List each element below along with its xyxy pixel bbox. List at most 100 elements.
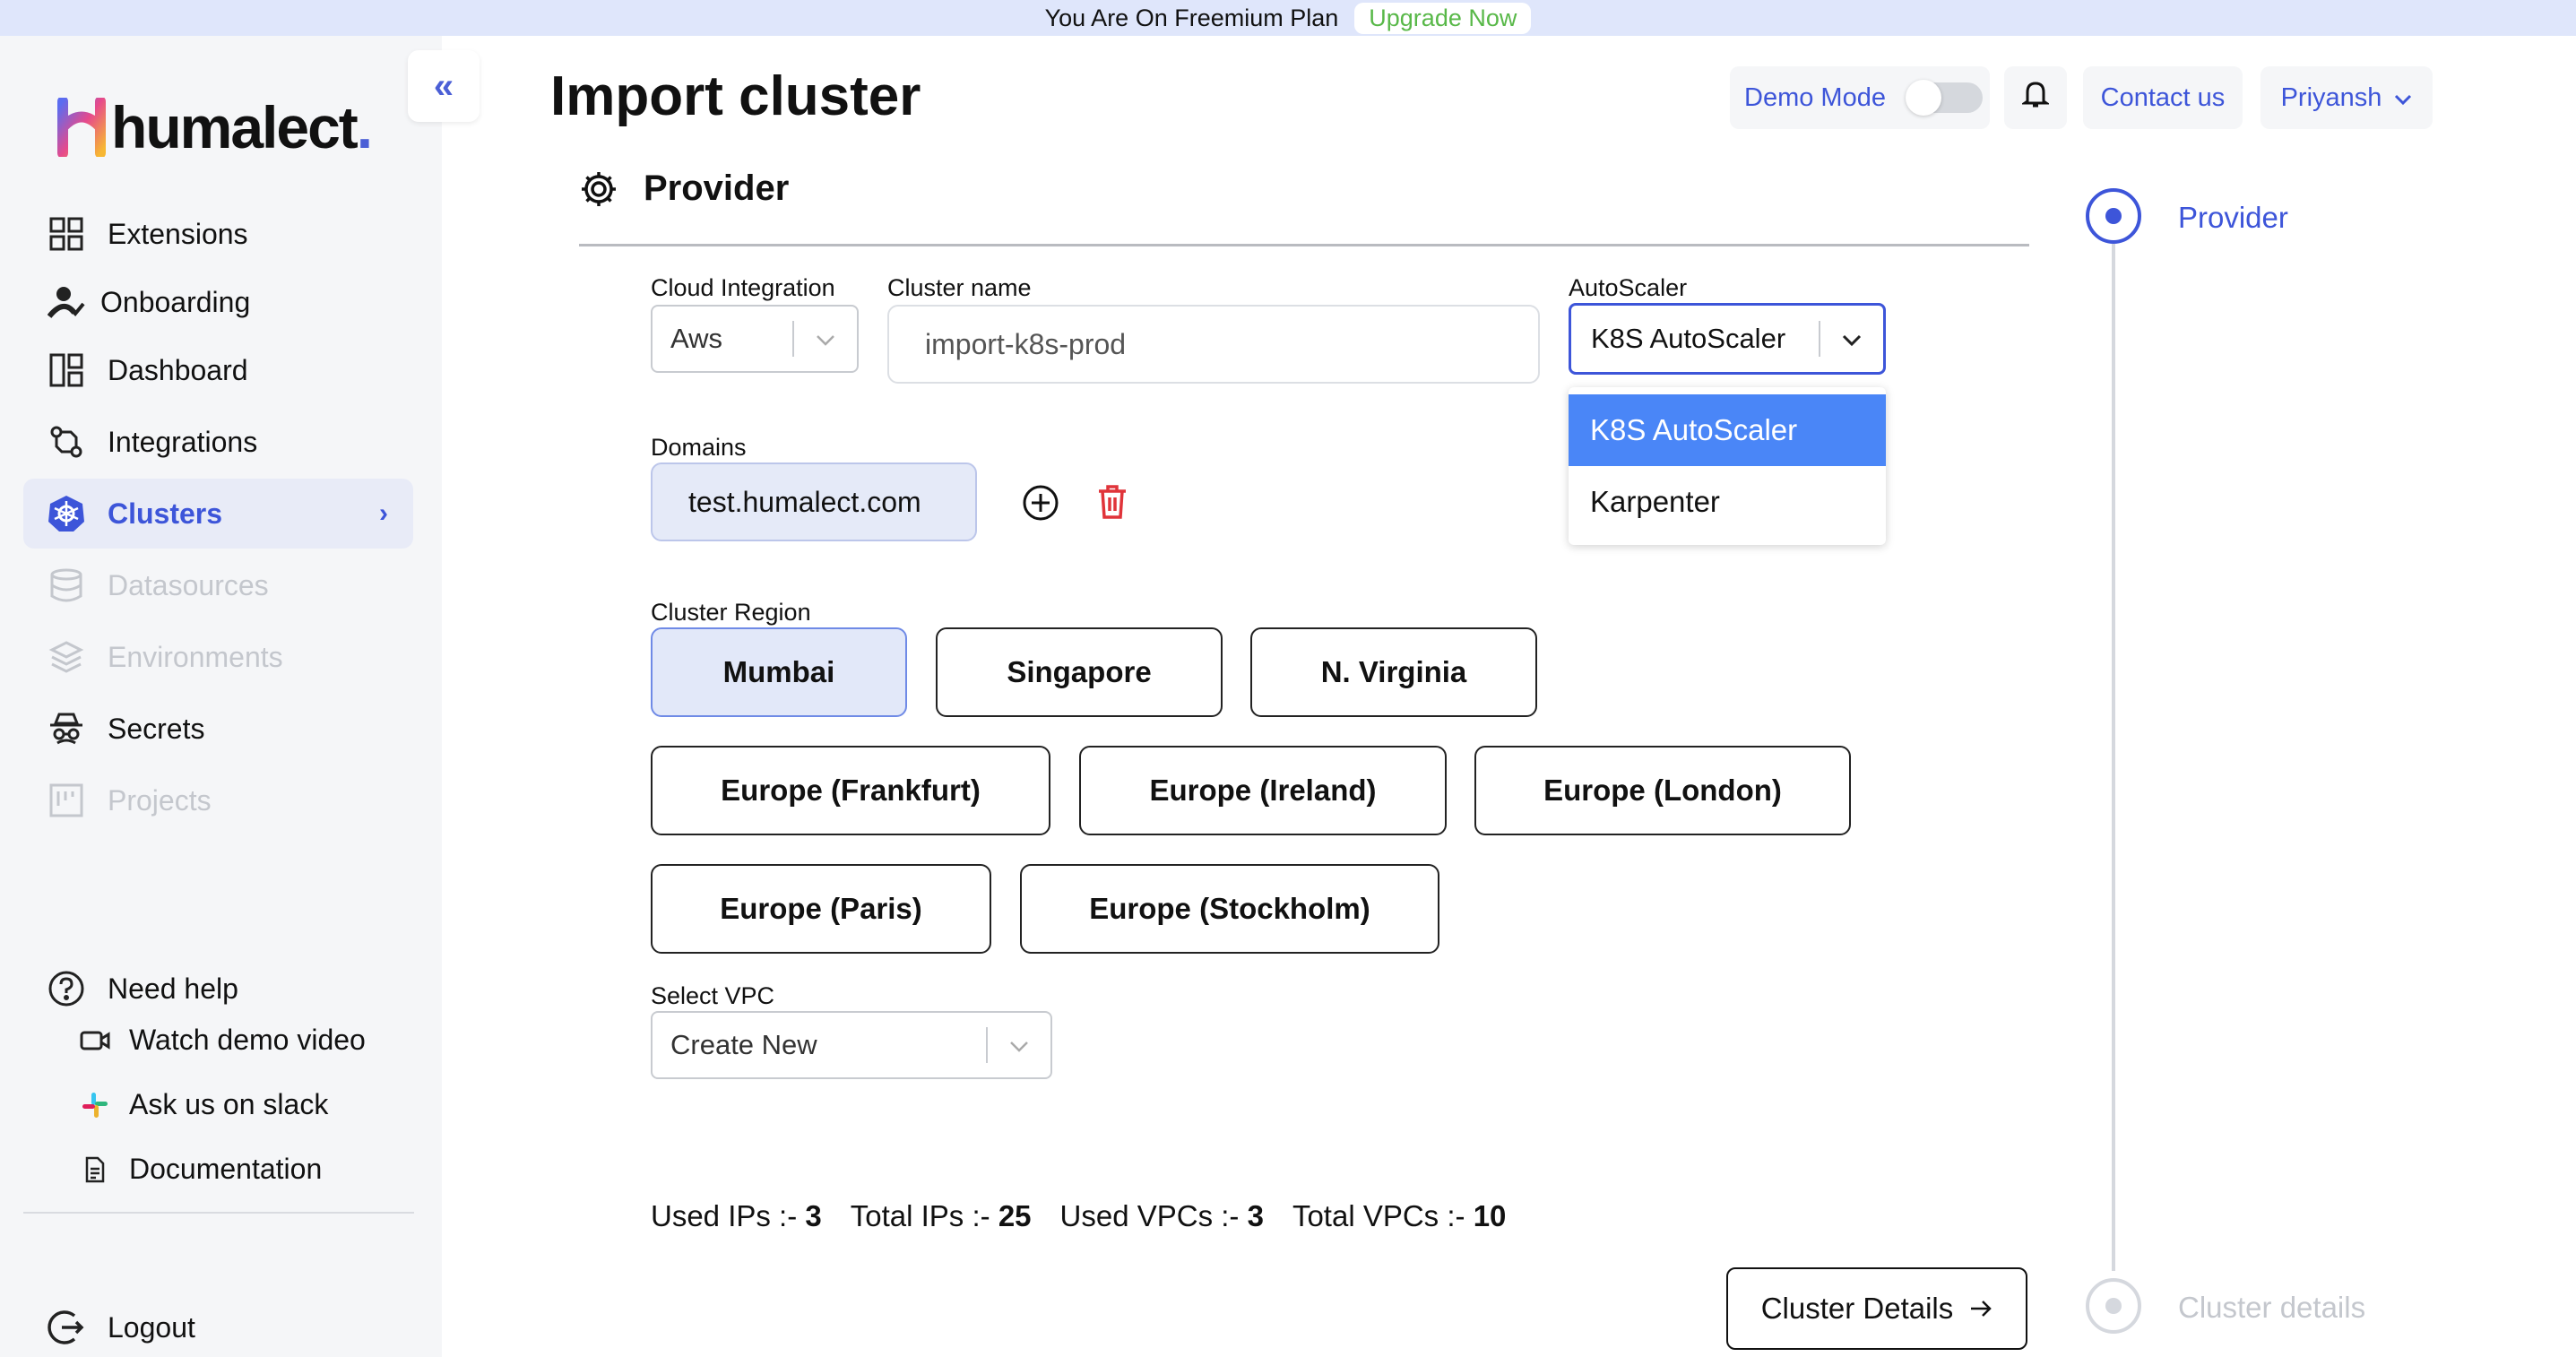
notifications-button[interactable] (2004, 66, 2067, 129)
select-vpc-label: Select VPC (651, 982, 775, 1009)
used-vpcs-stat: Used VPCs :- 3 (1059, 1199, 1264, 1232)
grid-icon (47, 214, 86, 254)
need-help-label: Need help (108, 972, 238, 1005)
ask-on-slack-label: Ask us on slack (129, 1088, 329, 1120)
step-provider-indicator (2086, 188, 2141, 244)
plan-banner: You Are On Freemium Plan Upgrade Now (0, 0, 2576, 36)
region-option-frankfurt[interactable]: Europe (Frankfurt) (651, 746, 1050, 835)
chevron-down-icon (2394, 83, 2412, 113)
autoscaler-option-k8s[interactable]: K8S AutoScaler (1569, 394, 1886, 466)
sidebar-item-dashboard[interactable]: Dashboard (23, 335, 413, 405)
page-title: Import cluster (550, 65, 921, 127)
contact-us-label: Contact us (2100, 82, 2226, 112)
database-icon (47, 566, 86, 605)
sidebar-item-secrets[interactable]: Secrets (23, 694, 413, 764)
demo-mode-toggle[interactable] (1905, 80, 1983, 116)
cloud-integration-value: Aws (670, 323, 723, 354)
ask-on-slack-link[interactable]: Ask us on slack (79, 1088, 328, 1121)
autoscaler-dropdown-menu: K8S AutoScaler Karpenter (1569, 387, 1886, 545)
video-camera-icon (79, 1024, 111, 1057)
contact-us-link[interactable]: Contact us (2083, 66, 2243, 129)
chevron-down-icon (794, 325, 857, 353)
layers-icon (47, 637, 86, 677)
region-option-stockholm[interactable]: Europe (Stockholm) (1020, 864, 1439, 954)
autoscaler-option-karpenter[interactable]: Karpenter (1569, 466, 1886, 538)
demo-mode-label: Demo Mode (1744, 82, 1886, 112)
sidebar-divider (23, 1212, 414, 1214)
domains-label: Domains (651, 434, 747, 461)
arrow-right-icon (1969, 1292, 1993, 1326)
sidebar-item-extensions[interactable]: Extensions (23, 199, 413, 269)
stepper-line (2112, 244, 2115, 1271)
user-menu[interactable]: Priyansh (2260, 66, 2433, 129)
sidebar-item-datasources: Datasources (23, 550, 413, 620)
autoscaler-select[interactable]: K8S AutoScaler (1569, 303, 1886, 375)
step-cluster-details-label: Cluster details (2178, 1291, 2366, 1324)
total-vpcs-stat: Total VPCs :- 10 (1292, 1199, 1507, 1232)
user-check-icon (47, 282, 86, 322)
region-option-n-virginia[interactable]: N. Virginia (1250, 627, 1537, 717)
sidebar-item-integrations[interactable]: Integrations (23, 407, 413, 477)
add-domain-button[interactable] (1022, 484, 1059, 522)
region-option-mumbai[interactable]: Mumbai (651, 627, 907, 717)
cluster-name-label: Cluster name (887, 274, 1032, 301)
cluster-name-input[interactable]: import-k8s-prod (887, 305, 1540, 384)
step-cluster-details-indicator (2086, 1278, 2141, 1334)
demo-mode-control[interactable]: Demo Mode (1730, 66, 1990, 129)
chevron-right-icon: › (379, 498, 388, 528)
sidebar-item-onboarding[interactable]: Onboarding (23, 267, 413, 337)
region-option-paris[interactable]: Europe (Paris) (651, 864, 991, 954)
documentation-link[interactable]: Documentation (79, 1153, 322, 1186)
region-option-singapore[interactable]: Singapore (936, 627, 1223, 717)
brand-name: humalect. (111, 94, 373, 160)
integrations-icon (47, 422, 86, 462)
domain-input[interactable]: test.humalect.com (651, 462, 977, 541)
document-icon (79, 1154, 111, 1186)
logout-button[interactable]: Logout (23, 1292, 413, 1357)
vpc-select[interactable]: Create New (651, 1011, 1052, 1079)
gear-icon (579, 169, 618, 209)
sidebar-item-label: Dashboard (108, 353, 248, 386)
logo-mark-icon (57, 96, 106, 159)
delete-domain-button[interactable] (1097, 484, 1129, 522)
double-chevron-left-icon: « (433, 65, 454, 106)
region-option-london[interactable]: Europe (London) (1474, 746, 1851, 835)
watch-demo-video-link[interactable]: Watch demo video (79, 1024, 366, 1057)
need-help-heading: Need help (23, 954, 413, 1024)
plus-circle-icon (1022, 485, 1059, 525)
question-circle-icon (47, 969, 86, 1008)
step-provider-label: Provider (2178, 201, 2288, 234)
sidebar-item-label: Secrets (108, 712, 205, 745)
plan-text: You Are On Freemium Plan (1044, 4, 1339, 31)
cluster-details-label: Cluster Details (1760, 1292, 1954, 1325)
region-option-ireland[interactable]: Europe (Ireland) (1079, 746, 1447, 835)
cluster-details-button[interactable]: Cluster Details (1726, 1267, 2027, 1350)
sidebar-item-clusters[interactable]: Clusters › (23, 479, 413, 549)
sidebar-item-label: Projects (108, 783, 212, 817)
sidebar-item-label: Extensions (108, 217, 248, 250)
board-icon (47, 781, 86, 820)
used-ips-stat: Used IPs :- 3 (651, 1199, 822, 1232)
documentation-label: Documentation (129, 1153, 323, 1185)
cloud-integration-select[interactable]: Aws (651, 305, 859, 373)
trash-icon (1097, 485, 1128, 523)
collapse-sidebar-button[interactable]: « (408, 50, 480, 122)
logout-label: Logout (108, 1310, 195, 1344)
vpc-value: Create New (670, 1029, 817, 1060)
watch-demo-video-label: Watch demo video (129, 1024, 366, 1056)
section-title: Provider (644, 169, 790, 208)
spy-icon (47, 709, 86, 748)
chevron-down-icon (1820, 325, 1883, 353)
brand-logo[interactable]: humalect. (57, 93, 373, 161)
user-name: Priyansh (2280, 82, 2382, 112)
section-divider (579, 244, 2029, 246)
cluster-region-label: Cluster Region (651, 599, 811, 626)
provider-section-header: Provider (579, 169, 789, 209)
total-ips-stat: Total IPs :- 25 (850, 1199, 1032, 1232)
upgrade-now-link[interactable]: Upgrade Now (1354, 2, 1532, 34)
domain-value: test.humalect.com (688, 485, 921, 518)
sidebar-item-label: Clusters (108, 497, 223, 530)
resource-usage-stats: Used IPs :- 3 Total IPs :- 25 Used VPCs … (651, 1199, 1506, 1233)
autoscaler-value: K8S AutoScaler (1591, 323, 1786, 354)
slack-icon (79, 1089, 111, 1121)
